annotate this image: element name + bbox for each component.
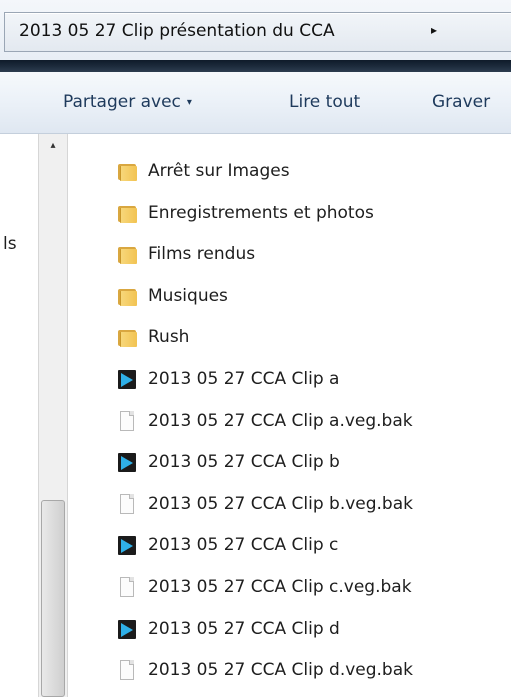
video-icon (116, 534, 138, 556)
file-name: 2013 05 27 CCA Clip c (148, 535, 339, 556)
file-icon (116, 493, 138, 515)
file-list-item[interactable]: Rush (116, 320, 506, 354)
file-icon (116, 410, 138, 432)
file-name: 2013 05 27 CCA Clip b.veg.bak (148, 493, 413, 514)
file-list-item[interactable]: Musiques (116, 279, 506, 313)
file-name: 2013 05 27 CCA Clip d (148, 618, 340, 639)
burn-button[interactable]: Graver (432, 92, 490, 112)
file-list-item[interactable]: 2013 05 27 CCA Clip b.veg.bak (116, 487, 506, 521)
file-name: 2013 05 27 CCA Clip b (148, 452, 340, 473)
file-name: 2013 05 27 CCA Clip a (148, 369, 340, 389)
file-name: Films rendus (148, 244, 256, 265)
folder-icon (116, 243, 138, 265)
file-list-item[interactable]: 2013 05 27 CCA Clip b (116, 445, 506, 479)
share-with-label: Partager avec (63, 92, 181, 112)
command-toolbar: Partager avec ▾ Lire tout Graver (0, 72, 511, 134)
file-list-item[interactable]: 2013 05 27 CCA Clip c (116, 528, 506, 562)
file-name: Arrêt sur Images (148, 161, 290, 181)
file-name: 2013 05 27 CCA Clip d.veg.bak (148, 660, 413, 681)
scroll-up-arrow-icon[interactable]: ▴ (45, 140, 61, 154)
file-list-item[interactable]: Arrêt sur Images (116, 154, 506, 188)
share-with-button[interactable]: Partager avec ▾ (63, 92, 192, 112)
file-list-item[interactable]: 2013 05 27 CCA Clip a.veg.bak (116, 404, 506, 438)
video-icon (116, 368, 138, 390)
file-list: Arrêt sur Images Enregistrements et photo… (68, 134, 511, 697)
window-frame-band (0, 60, 511, 72)
file-list-item[interactable]: 2013 05 27 CCA Clip d (116, 612, 506, 646)
file-list-item[interactable]: 2013 05 27 CCA Clip d.veg.bak (116, 653, 506, 687)
vertical-scrollbar[interactable]: ▴ (38, 134, 68, 697)
breadcrumb[interactable]: 2013 05 27 Clip présentation du CCA ▸ (4, 12, 511, 52)
file-list-item[interactable]: Enregistrements et photos (116, 196, 506, 230)
scrollbar-thumb[interactable] (41, 500, 65, 697)
file-name: Musiques (148, 285, 228, 306)
file-list-item[interactable]: Films rendus (116, 237, 506, 271)
video-icon (116, 618, 138, 640)
breadcrumb-current-folder[interactable]: 2013 05 27 Clip présentation du CCA (19, 21, 335, 41)
file-icon (116, 659, 138, 681)
file-name: 2013 05 27 CCA Clip c.veg.bak (148, 577, 412, 597)
address-bar-area: 2013 05 27 Clip présentation du CCA ▸ (0, 0, 511, 60)
file-name: Rush (148, 327, 190, 348)
file-icon (116, 576, 138, 598)
file-name: 2013 05 27 CCA Clip a.veg.bak (148, 410, 413, 431)
navigation-pane: ls (0, 134, 38, 697)
file-name: Enregistrements et photos (148, 202, 374, 223)
folder-icon (116, 326, 138, 348)
folder-icon (116, 285, 138, 307)
folder-icon (116, 160, 138, 182)
dropdown-arrow-icon: ▾ (186, 97, 192, 108)
play-all-button[interactable]: Lire tout (289, 92, 360, 112)
video-icon (116, 451, 138, 473)
breadcrumb-chevron-icon[interactable]: ▸ (431, 23, 437, 37)
nav-item-fragment[interactable]: ls (3, 234, 17, 254)
file-list-item[interactable]: 2013 05 27 CCA Clip c.veg.bak (116, 570, 506, 604)
file-list-item[interactable]: 2013 05 27 CCA Clip a (116, 362, 506, 396)
folder-icon (116, 202, 138, 224)
